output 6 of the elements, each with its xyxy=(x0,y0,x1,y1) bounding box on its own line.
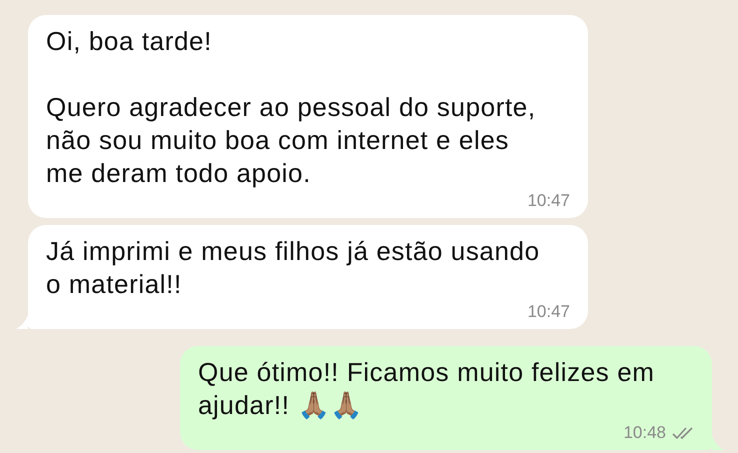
message-time: 10:48 xyxy=(623,422,666,442)
message-text: Oi, boa tarde! Quero agradecer ao pessoal do suporte, não sou muito boa com internet e eles me deram todo apoio. xyxy=(46,25,537,190)
message-time: 10:47 xyxy=(527,302,570,322)
message-time: 10:47 xyxy=(527,190,570,210)
message-text: Que ótimo!! Ficamos muito felizes em ajudar!! 🙏🏽🙏🏽 xyxy=(198,356,656,422)
message-text: Já imprimi e meus filhos já estão usando o material!! xyxy=(46,235,541,301)
